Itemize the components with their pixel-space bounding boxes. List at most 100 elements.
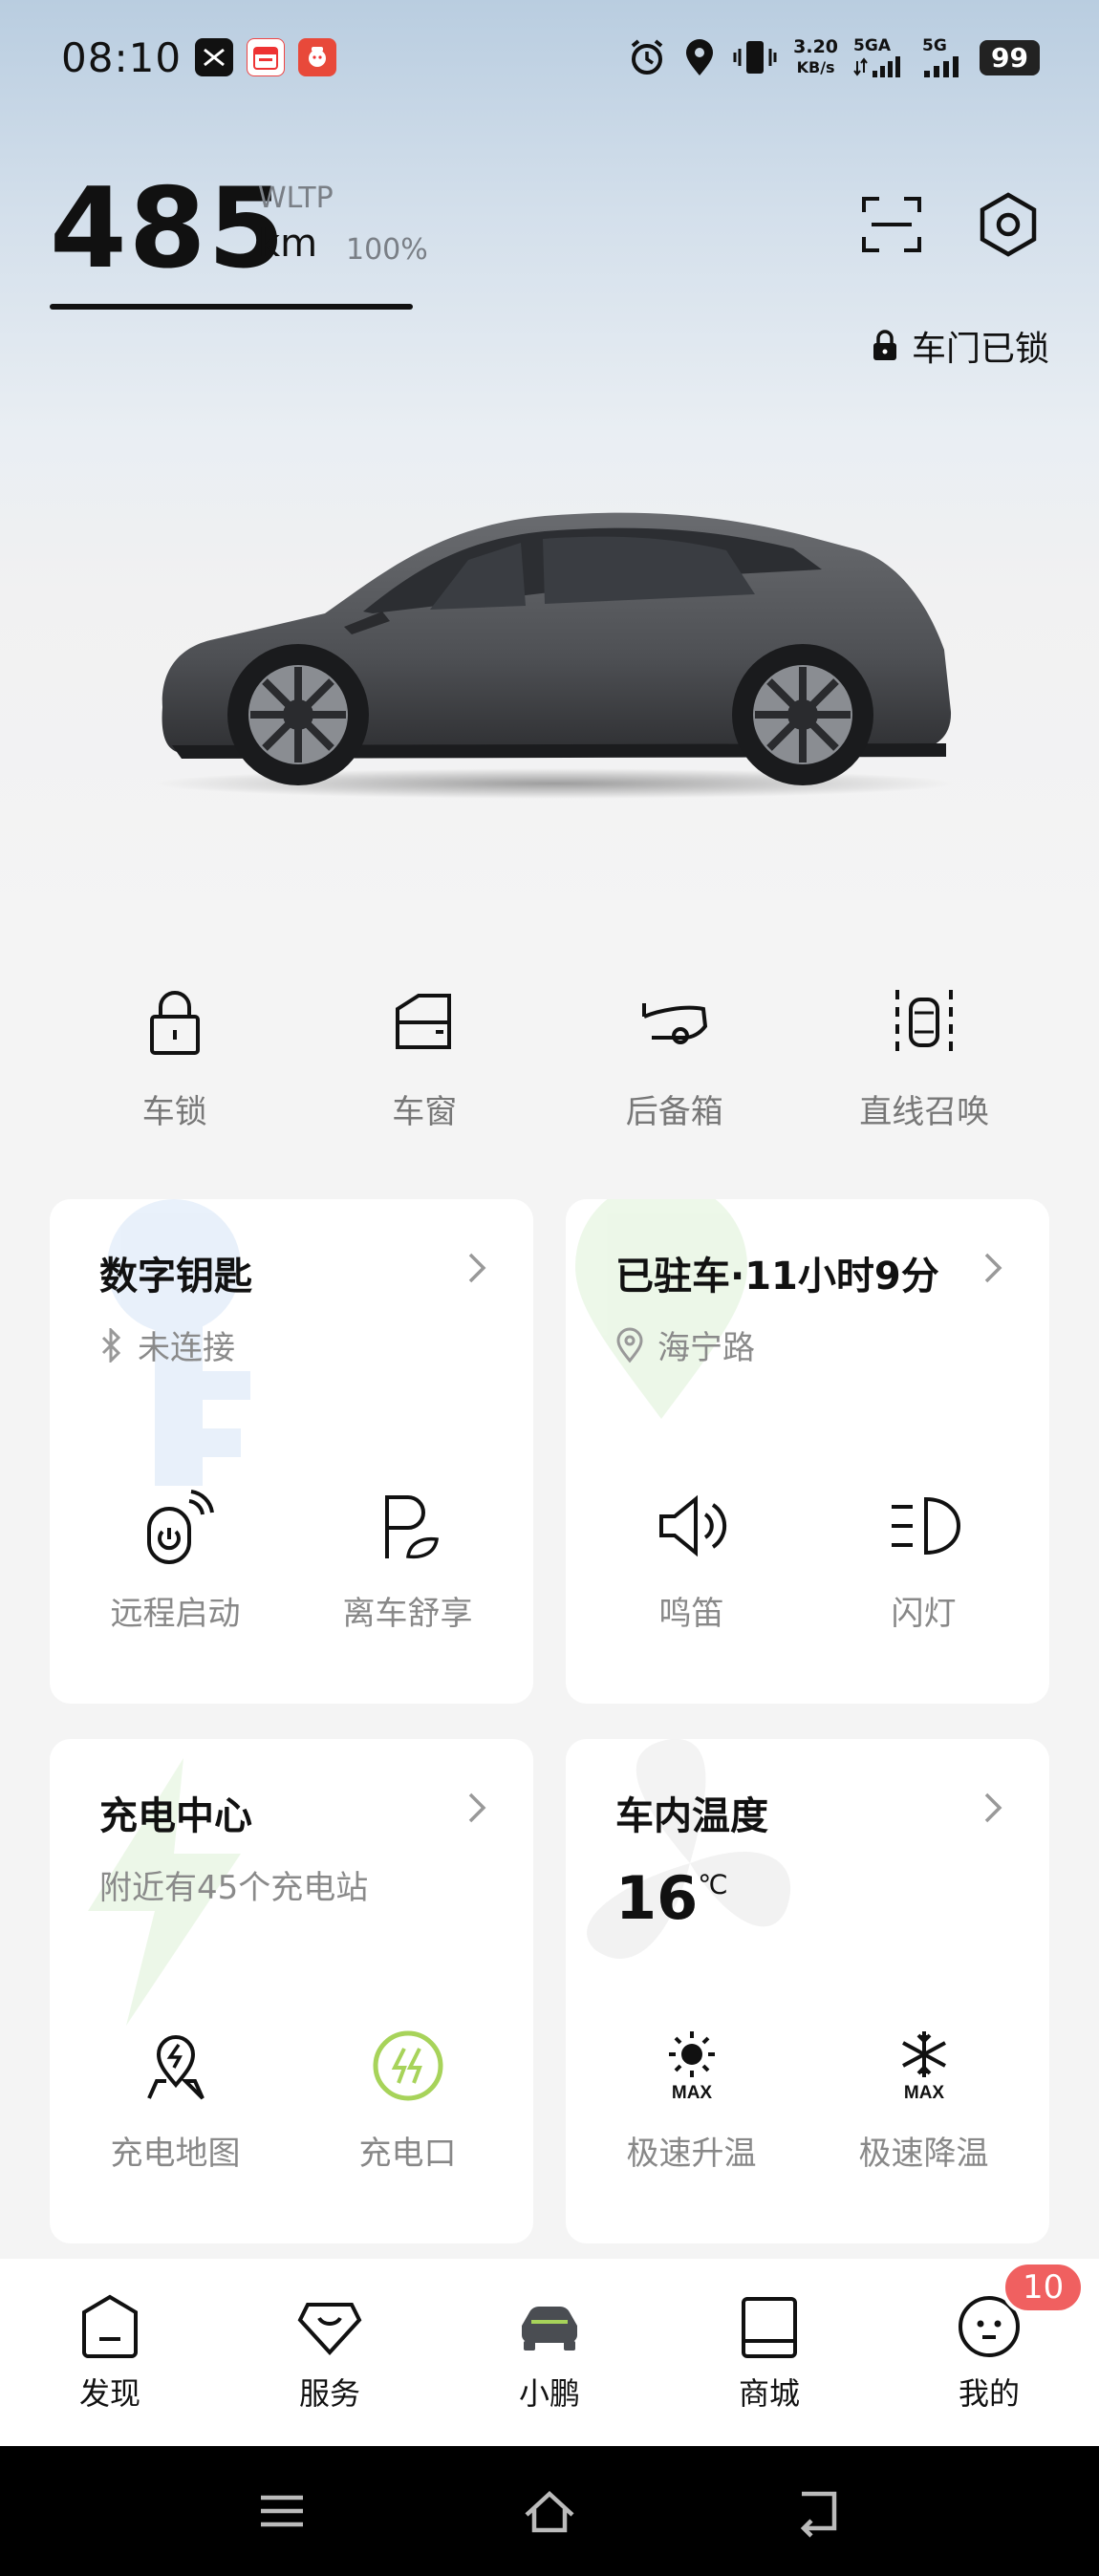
svg-text:MAX: MAX <box>903 2083 944 2103</box>
settings-icon[interactable] <box>975 191 1042 258</box>
lock-status-label: 车门已锁 <box>911 330 1049 369</box>
horn-label: 鸣笛 <box>658 1595 724 1633</box>
range-progress-bar <box>50 304 413 310</box>
lock-small-icon <box>873 330 896 360</box>
headlight-icon <box>891 1496 960 1556</box>
tab-mall[interactable]: 商城 <box>659 2259 879 2446</box>
parking-leaf-icon <box>384 1495 439 1559</box>
charging-map-button[interactable]: 充电地图 <box>61 2026 291 2174</box>
tab-me-label: 我的 <box>958 2375 1020 2412</box>
system-navigation-bar <box>0 2446 1099 2576</box>
signal-5ga: 5GA <box>853 36 907 78</box>
tab-me[interactable]: 我的 10 <box>879 2259 1099 2446</box>
chevron-right-icon <box>984 1253 1002 1283</box>
bottom-tab-bar: 发现 服务 小鹏 商城 我的 10 <box>0 2259 1099 2446</box>
chevron-right-icon <box>984 1792 1002 1823</box>
trunk-icon <box>641 1003 707 1044</box>
mall-icon <box>742 2297 797 2358</box>
max-cool-label: 极速降温 <box>858 2135 989 2173</box>
cabin-temperature-card[interactable]: 车内温度 16℃ MAX 极速升温 MAX 极速降温 <box>566 1739 1049 2243</box>
range-unit: km <box>258 222 318 266</box>
window-icon <box>396 994 452 1049</box>
range-display[interactable]: 485 WLTP km 100% <box>50 164 428 293</box>
max-heat-label: 极速升温 <box>626 2135 757 2173</box>
remote-start-label: 远程启动 <box>110 1595 241 1633</box>
charging-port-label: 充电口 <box>358 2135 457 2173</box>
charging-center-title: 充电中心 <box>99 1794 252 1838</box>
cabin-temperature-value: 16℃ <box>615 1863 728 1933</box>
digital-key-card[interactable]: 数字钥匙 未连接 远程启动 离车舒享 <box>50 1199 533 1704</box>
charging-port-icon <box>373 2030 442 2101</box>
quick-action-lock-label: 车锁 <box>141 1093 207 1131</box>
max-cool-button[interactable]: MAX 极速降温 <box>809 2026 1039 2174</box>
car-image <box>153 512 956 799</box>
quick-action-lock[interactable]: 车锁 <box>50 984 300 1132</box>
lock-icon <box>149 991 200 1055</box>
parked-card[interactable]: 已驻车·11小时9分 海宁路 鸣笛 闪灯 <box>566 1199 1049 1704</box>
bluetooth-icon <box>101 1327 121 1363</box>
hero-background <box>0 0 1099 955</box>
summon-icon <box>895 990 954 1055</box>
range-value: 485 <box>50 164 288 293</box>
leave-car-comfort-button[interactable]: 离车舒享 <box>293 1486 523 1634</box>
network-speed: 3.20 KB/s <box>793 36 839 76</box>
remote-start-icon <box>146 1490 214 1564</box>
home-icon[interactable] <box>521 2482 578 2540</box>
services-icon <box>297 2303 362 2355</box>
charging-stations-nearby: 附近有45个充电站 <box>99 1869 369 1907</box>
charging-map-icon <box>146 2035 205 2100</box>
notification-badge: 10 <box>1002 2261 1086 2314</box>
chevron-right-icon <box>468 1792 486 1823</box>
signal-5g: 5G <box>922 36 964 78</box>
car-tab-icon <box>522 2307 577 2351</box>
parked-title: 已驻车·11小时9分 <box>615 1255 939 1299</box>
range-standard: WLTP <box>258 182 334 215</box>
charging-map-label: 充电地图 <box>110 2135 241 2173</box>
quick-action-summon-label: 直线召唤 <box>859 1093 990 1131</box>
tab-services[interactable]: 服务 <box>220 2259 440 2446</box>
tab-xpeng[interactable]: 小鹏 <box>440 2259 659 2446</box>
xpeng-app-notification-icon <box>195 38 234 76</box>
tab-xpeng-label: 小鹏 <box>518 2375 580 2412</box>
battery-percent: 100% <box>346 233 428 267</box>
flash-lights-button[interactable]: 闪灯 <box>809 1486 1039 1634</box>
quick-action-summon[interactable]: 直线召唤 <box>800 984 1050 1132</box>
quick-action-window[interactable]: 车窗 <box>300 984 550 1132</box>
tab-discover[interactable]: 发现 <box>0 2259 220 2446</box>
status-bar: 08:10 3.20 KB/s 5GA 5G 99 <box>0 0 1099 115</box>
location-pin-icon <box>616 1327 643 1363</box>
digital-key-title: 数字钥匙 <box>99 1255 252 1299</box>
remote-start-button[interactable]: 远程启动 <box>61 1486 291 1634</box>
quick-action-window-label: 车窗 <box>392 1093 458 1131</box>
digital-key-status: 未连接 <box>138 1329 235 1367</box>
chevron-right-icon <box>468 1253 486 1283</box>
calendar-app-notification-icon <box>247 38 286 76</box>
horn-button[interactable]: 鸣笛 <box>577 1486 807 1634</box>
location-watermark-icon <box>575 1199 747 1419</box>
quick-action-trunk-label: 后备箱 <box>625 1093 723 1131</box>
menu-icon[interactable] <box>253 2482 311 2540</box>
charging-port-button[interactable]: 充电口 <box>293 2026 523 2174</box>
mascot-app-notification-icon <box>298 38 337 76</box>
snowflake-max-icon: MAX <box>901 2031 946 2103</box>
horn-icon <box>658 1494 726 1557</box>
quick-action-trunk[interactable]: 后备箱 <box>550 984 800 1132</box>
cabin-temperature-title: 车内温度 <box>615 1794 768 1838</box>
svg-text:MAX: MAX <box>671 2083 712 2103</box>
battery-indicator: 99 <box>980 39 1040 75</box>
leave-car-comfort-label: 离车舒享 <box>342 1595 473 1633</box>
tab-discover-label: 发现 <box>78 2375 140 2412</box>
vibrate-icon <box>733 41 777 74</box>
discover-icon <box>82 2294 138 2358</box>
charging-center-card[interactable]: 充电中心 附近有45个充电站 充电地图 充电口 <box>50 1739 533 2243</box>
status-time: 08:10 <box>61 33 183 81</box>
sun-max-icon: MAX <box>668 2031 715 2103</box>
max-heat-button[interactable]: MAX 极速升温 <box>577 2026 807 2174</box>
tab-mall-label: 商城 <box>738 2375 800 2412</box>
flash-lights-label: 闪灯 <box>891 1595 957 1633</box>
scan-icon[interactable] <box>860 193 923 256</box>
door-lock-status[interactable]: 车门已锁 <box>872 321 1049 371</box>
parked-location: 海宁路 <box>657 1329 755 1367</box>
back-icon[interactable] <box>788 2482 846 2540</box>
tab-services-label: 服务 <box>298 2375 360 2412</box>
